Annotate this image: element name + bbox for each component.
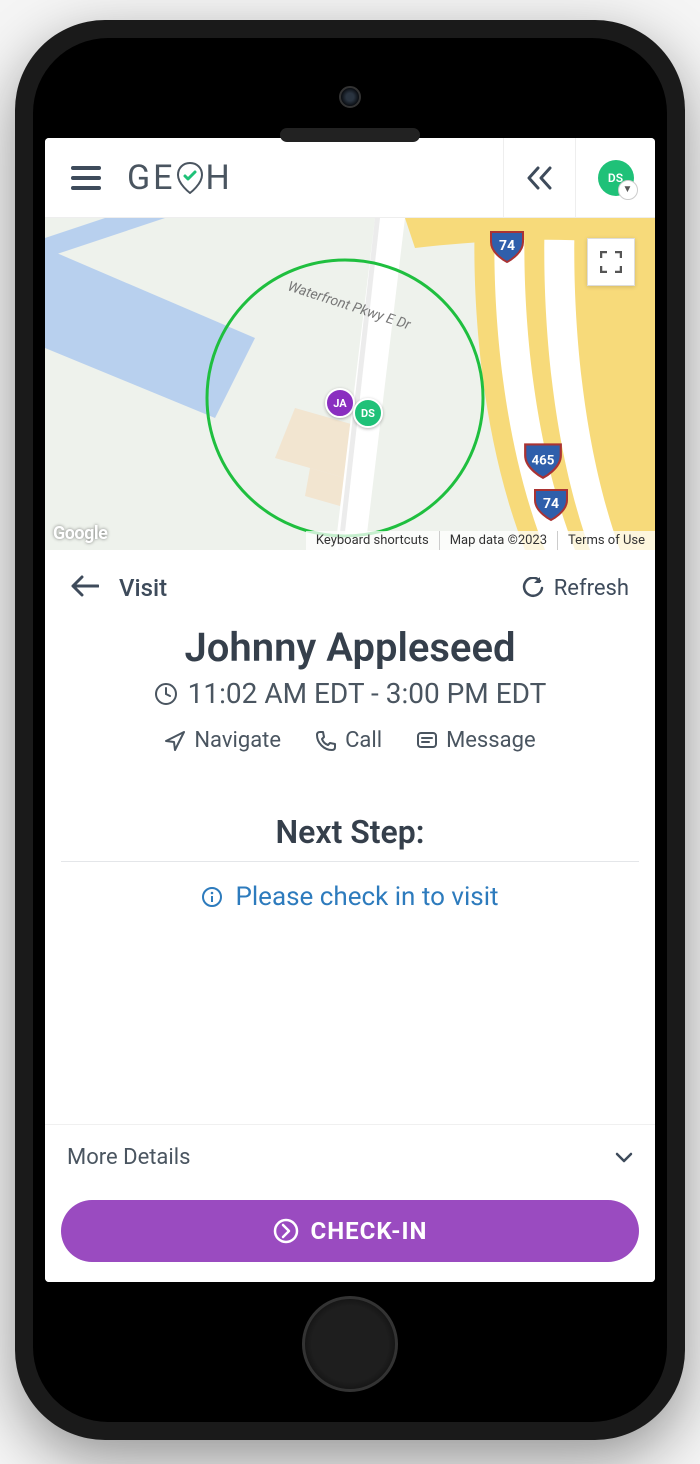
visit-title: Visit [119, 574, 167, 602]
map-shortcuts-link[interactable]: Keyboard shortcuts [306, 531, 439, 550]
svg-text:465: 465 [532, 453, 555, 468]
phone-frame: GE H [15, 20, 685, 1440]
message-icon [416, 730, 438, 752]
user-menu[interactable]: DS ▼ [575, 138, 655, 218]
logo-text-left: GE [127, 158, 175, 198]
checkin-icon [273, 1218, 299, 1244]
map-pin-user[interactable]: DS [353, 398, 383, 428]
double-chevron-left-icon [526, 166, 554, 190]
fullscreen-icon [600, 251, 622, 273]
message-label: Message [446, 728, 536, 753]
back-button[interactable] [71, 575, 99, 601]
map-area[interactable]: Waterfront Pkwy E Dr 74 465 74 JA [45, 218, 655, 550]
chevron-down-icon [615, 1152, 633, 1164]
navigate-button[interactable]: Navigate [164, 728, 281, 753]
more-details-toggle[interactable]: More Details [45, 1124, 655, 1190]
checkin-label: CHECK-IN [311, 1217, 428, 1245]
arrow-left-icon [71, 575, 99, 597]
visit-content: Visit Refresh Johnny Appleseed [45, 550, 655, 1282]
visit-time-text: 11:02 AM EDT - 3:00 PM EDT [188, 677, 547, 710]
map-pin-patient[interactable]: JA [325, 388, 355, 418]
svg-text:74: 74 [499, 238, 515, 254]
navigate-icon [164, 730, 186, 752]
refresh-icon [522, 577, 544, 599]
checkin-button[interactable]: CHECK-IN [61, 1200, 639, 1262]
more-details-label: More Details [67, 1145, 190, 1170]
message-button[interactable]: Message [416, 728, 536, 753]
menu-button[interactable] [45, 166, 127, 190]
avatar: DS ▼ [598, 160, 634, 196]
divider [61, 861, 639, 862]
call-button[interactable]: Call [315, 728, 382, 753]
logo-text-right: H [205, 158, 232, 198]
phone-icon [315, 730, 337, 752]
next-step-message: Please check in to visit [235, 882, 498, 912]
phone-inner: GE H [33, 38, 667, 1422]
next-step-message-row: Please check in to visit [45, 882, 655, 912]
refresh-label: Refresh [554, 576, 629, 601]
map-data-label: Map data ©2023 [439, 531, 557, 550]
logo-pin-icon [177, 162, 203, 194]
map-attribution: Keyboard shortcuts Map data ©2023 Terms … [306, 531, 655, 550]
top-bar: GE H [45, 138, 655, 218]
call-label: Call [345, 728, 382, 753]
map-google-logo: Google [53, 523, 107, 544]
hamburger-icon [71, 166, 101, 190]
map-pin-label: JA [333, 397, 346, 410]
app-screen: GE H [45, 138, 655, 1282]
clock-icon [154, 682, 178, 706]
patient-name: Johnny Appleseed [45, 624, 655, 671]
map-fullscreen-button[interactable] [587, 238, 635, 286]
svg-text:74: 74 [543, 496, 559, 512]
phone-speaker [280, 128, 420, 142]
app-logo: GE H [127, 158, 233, 198]
map-terms-link[interactable]: Terms of Use [557, 531, 655, 550]
refresh-button[interactable]: Refresh [522, 576, 629, 601]
action-row: Navigate Call Messag [45, 728, 655, 753]
map-pin-label: DS [361, 407, 375, 420]
highway-shield-icon: 74 [489, 228, 525, 264]
navigate-label: Navigate [194, 728, 281, 753]
highway-shield-icon: 74 [533, 486, 569, 522]
phone-camera [339, 86, 361, 108]
next-step-title: Next Step: [45, 813, 655, 861]
chevron-down-icon: ▼ [618, 180, 638, 200]
info-icon [201, 886, 223, 908]
collapse-button[interactable] [503, 138, 575, 218]
phone-home-button [302, 1296, 398, 1392]
visit-header-row: Visit Refresh [45, 550, 655, 614]
visit-time-row: 11:02 AM EDT - 3:00 PM EDT [45, 677, 655, 710]
highway-shield-icon: 465 [523, 440, 563, 480]
